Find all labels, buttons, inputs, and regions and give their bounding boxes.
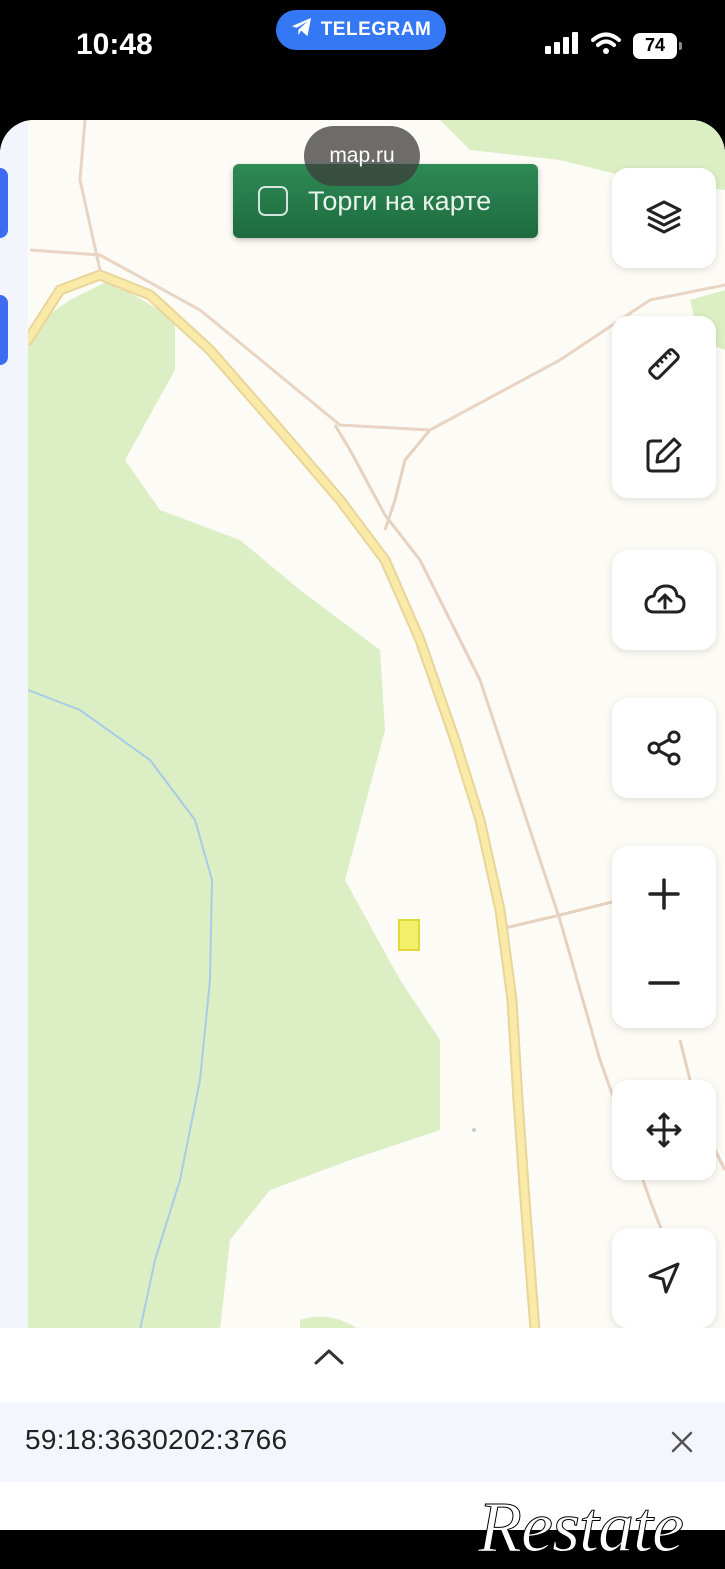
zoom-out-button[interactable] [612,942,716,1028]
map-app: Торги на карте map.ru 59:18:3630202:3766 [0,120,725,1530]
telegram-label: TELEGRAM [320,19,432,40]
upload-button[interactable] [612,550,716,650]
status-bar: 10:48 TELEGRAM 74 [0,0,725,120]
move-icon [612,1080,716,1180]
wifi-icon [591,32,621,59]
cadastral-number: 59:18:3630202:3766 [25,1424,288,1455]
signal-icon [545,32,579,59]
navigation-icon [612,1228,716,1328]
share-button[interactable] [612,698,716,798]
share-icon [612,698,716,798]
telegram-icon [291,17,313,43]
ruler-button[interactable] [612,316,716,412]
edit-button[interactable] [612,412,716,498]
measure-edit-group [612,316,716,498]
layers-button[interactable] [612,168,716,268]
telegram-return-pill[interactable]: TELEGRAM [276,10,446,50]
edit-icon [646,437,682,473]
url-pill[interactable]: map.ru [304,126,420,186]
battery-icon: 74 [633,32,682,59]
clock: 10:48 [76,28,153,61]
zoom-controls [612,846,716,1028]
ruler-icon [648,348,680,380]
close-button[interactable] [662,1422,702,1462]
cloud-upload-icon [612,550,716,650]
move-button[interactable] [612,1080,716,1180]
auction-checkbox[interactable] [258,186,288,216]
selected-parcel[interactable] [398,919,420,951]
chevron-up-icon [314,1349,344,1365]
map-point [472,1128,476,1132]
left-panel-tab[interactable] [0,295,8,365]
auction-toggle-label: Торги на карте [308,185,492,216]
zoom-out-icon [648,981,680,985]
watermark: Restate [478,1487,685,1568]
zoom-in-icon [648,878,680,910]
close-icon [671,1431,693,1453]
left-panel-tab[interactable] [0,168,8,238]
left-side-panel [0,120,28,1330]
zoom-in-button[interactable] [612,846,716,942]
layers-icon [612,168,716,268]
expand-sheet-button[interactable] [309,1342,349,1372]
cadastral-row: 59:18:3630202:3766 [0,1402,725,1482]
status-indicators: 74 [545,32,682,59]
locate-button[interactable] [612,1228,716,1328]
